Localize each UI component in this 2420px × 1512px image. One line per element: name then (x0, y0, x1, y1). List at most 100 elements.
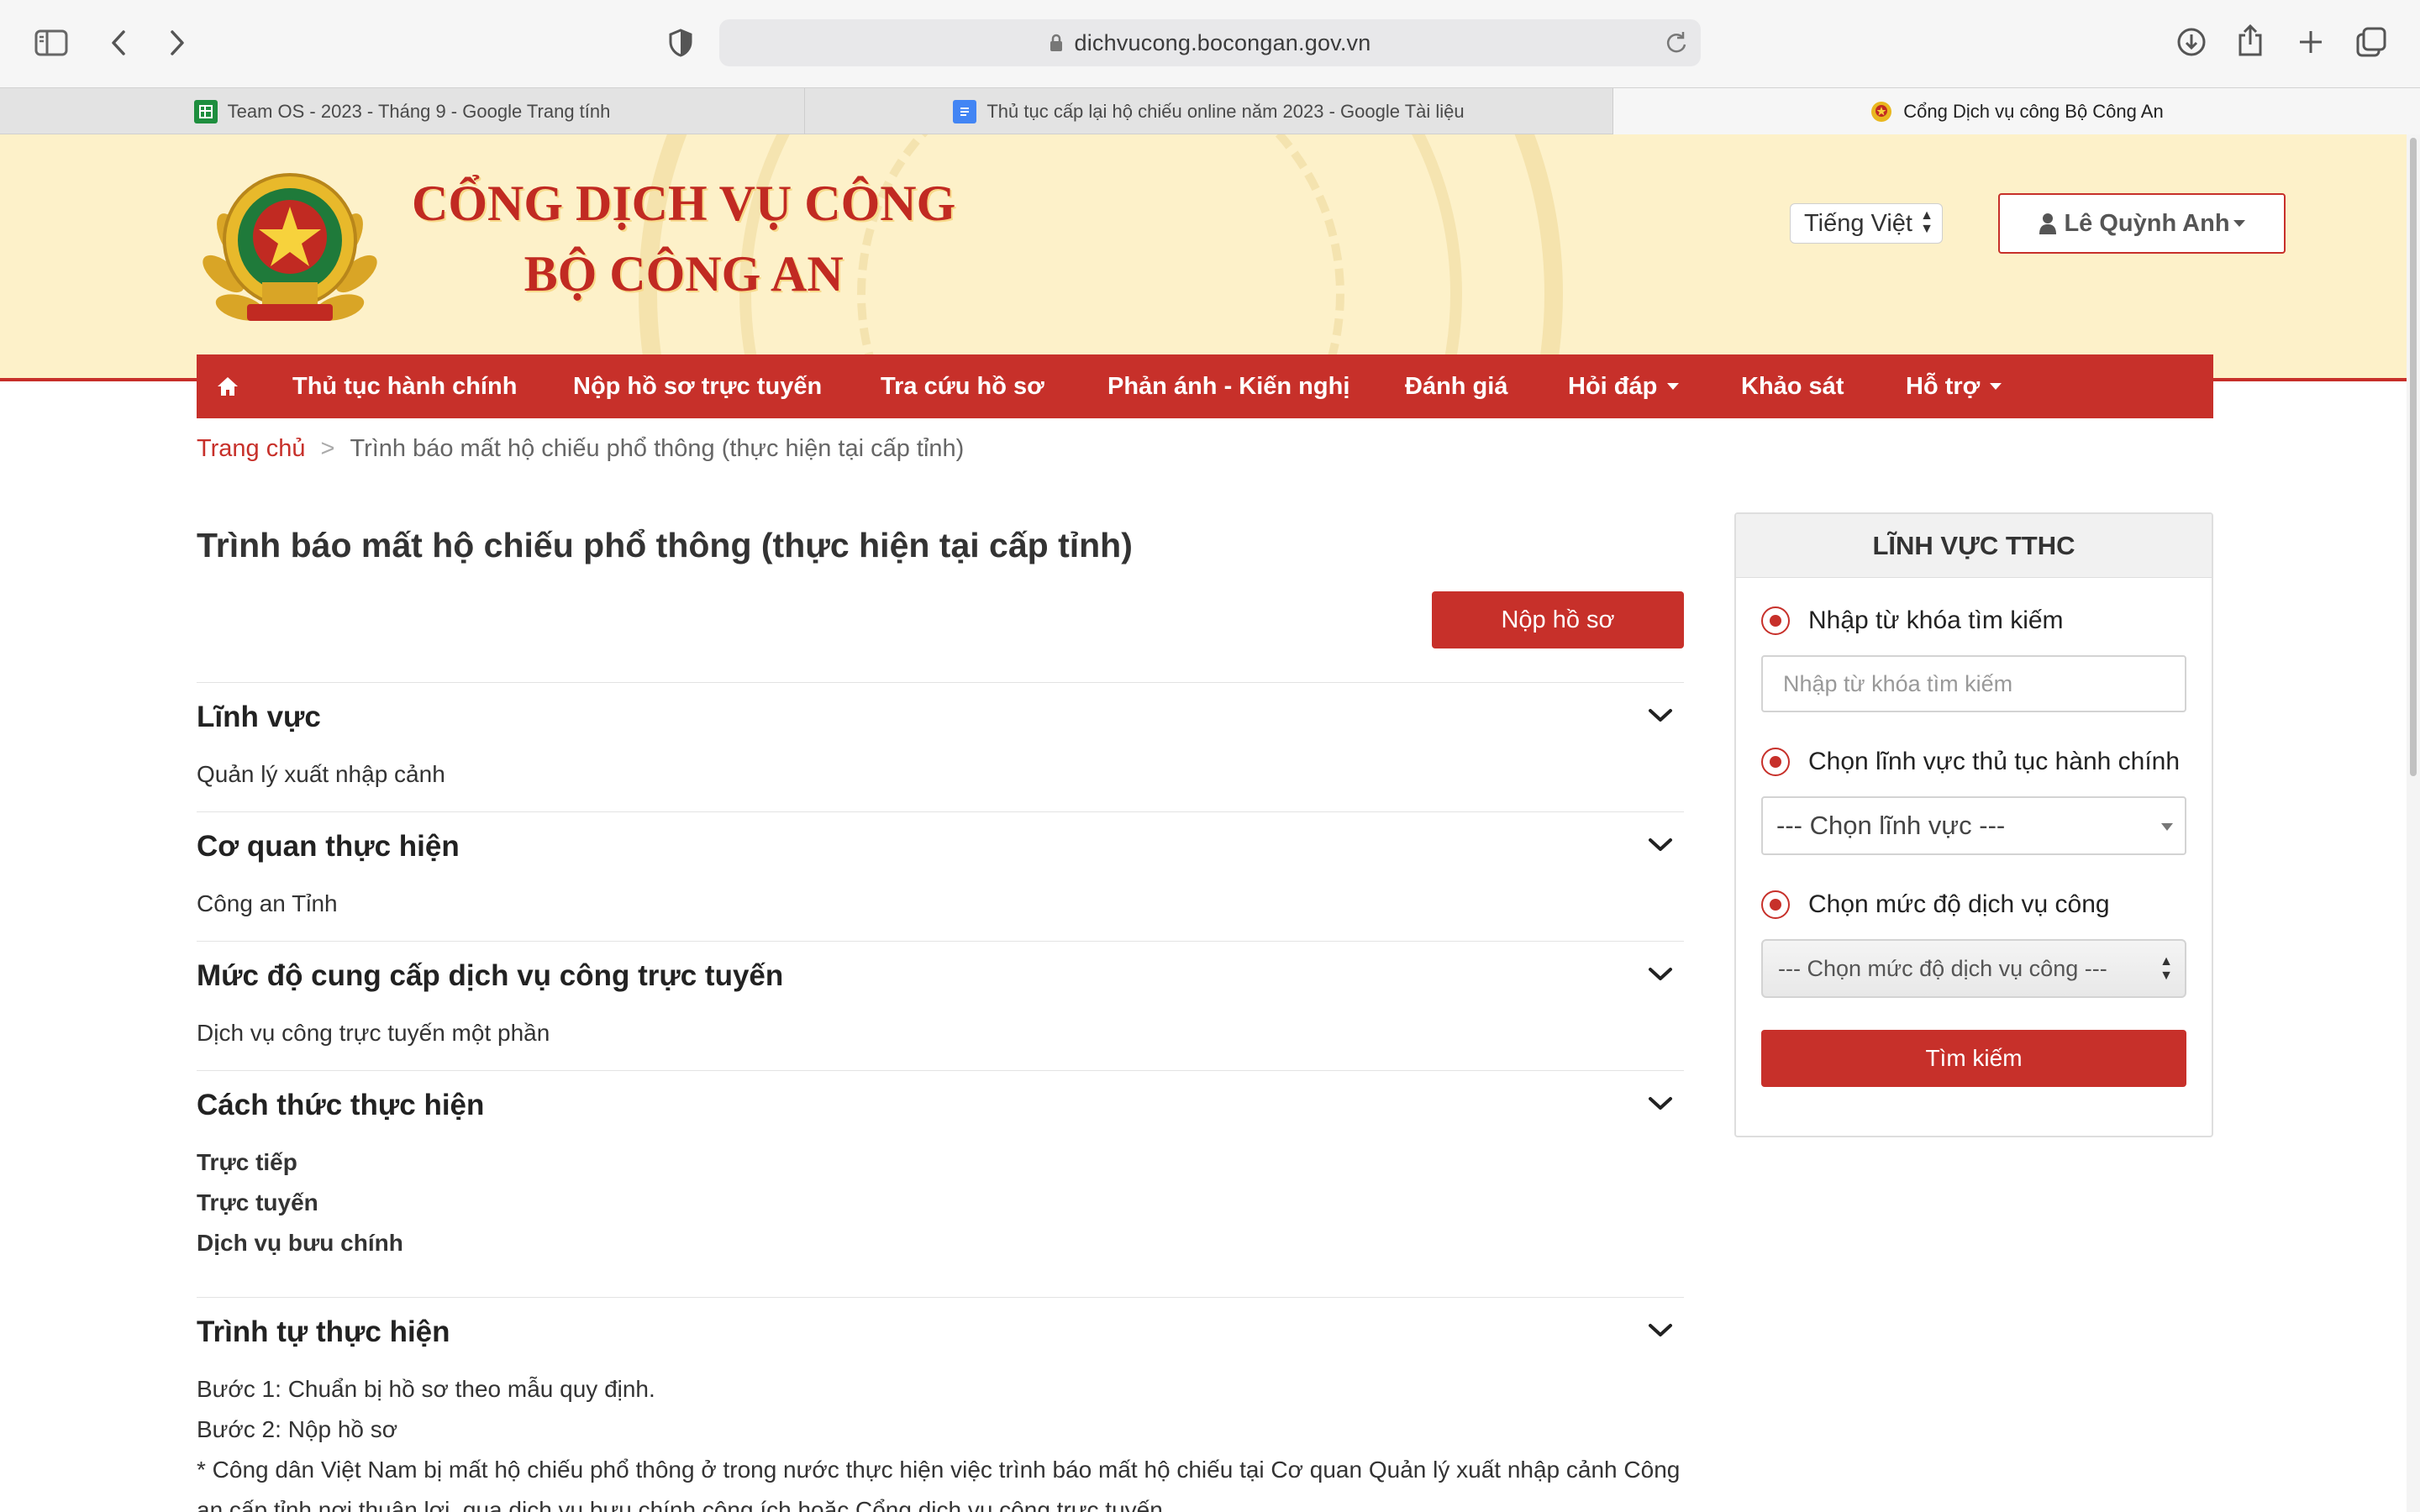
breadcrumb-separator: > (320, 435, 335, 462)
nav-label: Hỗ trợ (1906, 372, 1981, 400)
back-icon[interactable] (106, 27, 131, 59)
url-text: dichvucong.bocongan.gov.vn (1074, 29, 1371, 55)
main-nav: Thủ tục hành chính Nộp hồ sơ trực tuyến … (197, 354, 2213, 418)
section-divider (197, 1070, 1684, 1071)
panel-title: LĨNH VỰC TTHC (1736, 514, 2212, 578)
nav-thu-tuc-hanh-chinh[interactable]: Thủ tục hành chính (292, 354, 517, 418)
breadcrumb: Trang chủ > Trình báo mất hộ chiếu phổ thô… (197, 435, 964, 463)
home-icon[interactable] (217, 354, 239, 418)
breadcrumb-home-link[interactable]: Trang chủ (197, 435, 306, 462)
chevron-down-icon[interactable] (1647, 966, 1674, 983)
tab-overview-icon[interactable] (2354, 25, 2388, 59)
user-name: Lê Quỳnh Anh (2064, 209, 2230, 237)
reload-icon[interactable] (1665, 31, 1687, 59)
section-value: Quản lý xuất nhập cảnh (197, 761, 445, 787)
procedure-step: Bước 2: Nộp hồ sơ (197, 1416, 398, 1442)
section-value: Dịch vụ công trực tuyến một phần (197, 1020, 550, 1046)
nav-tra-cuu-ho-so[interactable]: Tra cứu hồ sơ (881, 354, 1044, 418)
nav-label: Thủ tục hành chính (292, 372, 518, 400)
user-icon (2039, 213, 2057, 234)
nav-phan-anh-kien-nghi[interactable]: Phản ánh - Kiến nghị (1107, 354, 1349, 418)
radio-button[interactable] (1761, 890, 1790, 919)
share-icon[interactable] (2235, 22, 2265, 59)
tab-title: Cổng Dịch vụ công Bộ Công An (1903, 100, 2164, 122)
radio-level[interactable]: Chọn mức độ dịch vụ công (1761, 890, 2110, 919)
section-heading-co-quan-thuc-hien[interactable]: Cơ quan thực hiện (197, 830, 460, 864)
police-emblem-logo[interactable] (195, 156, 385, 346)
method-item: Dịch vụ bưu chính (197, 1230, 403, 1256)
police-emblem-icon (1870, 100, 1893, 123)
service-level-select[interactable]: --- Chọn mức độ dịch vụ công --- ▲ ▼ (1761, 939, 2186, 998)
nav-label: Đánh giá (1405, 372, 1508, 400)
new-tab-icon[interactable] (2296, 27, 2326, 57)
field-select[interactable]: --- Chọn lĩnh vực --- (1761, 796, 2186, 855)
page-scrollbar[interactable] (2407, 134, 2420, 1512)
section-divider (197, 1297, 1684, 1298)
nav-danh-gia[interactable]: Đánh giá (1405, 354, 1507, 418)
chevron-down-icon[interactable] (1647, 837, 1674, 853)
procedure-step: * Công dân Việt Nam bị mất hộ chiếu phổ … (197, 1457, 1681, 1483)
nav-label: Khảo sát (1741, 372, 1844, 400)
privacy-shield-icon[interactable] (667, 27, 694, 59)
section-heading-trinh-tu[interactable]: Trình tự thực hiện (197, 1315, 450, 1349)
tab-title: Team OS - 2023 - Tháng 9 - Google Trang … (227, 100, 611, 122)
tab-google-docs[interactable]: Thủ tục cấp lại hộ chiếu online năm 2023… (805, 88, 1613, 134)
download-icon[interactable] (2175, 25, 2208, 59)
section-divider (197, 811, 1684, 812)
section-divider (197, 682, 1684, 683)
tab-google-sheets[interactable]: Team OS - 2023 - Tháng 9 - Google Trang … (0, 88, 805, 134)
radio-field[interactable]: Chọn lĩnh vực thủ tục hành chính (1761, 748, 2180, 776)
breadcrumb-current: Trình báo mất hộ chiếu phổ thông (thực h… (350, 435, 965, 462)
browser-window: dichvucong.bocongan.gov.vn Team OS - 202… (0, 0, 2420, 1512)
method-item: Trực tiếp (197, 1149, 297, 1175)
chevron-down-icon[interactable] (1647, 1322, 1674, 1339)
address-bar[interactable]: dichvucong.bocongan.gov.vn (719, 19, 1701, 66)
google-sheets-icon (193, 99, 218, 123)
chevron-down-icon[interactable] (1647, 707, 1674, 724)
section-heading-cach-thuc[interactable]: Cách thức thực hiện (197, 1089, 484, 1122)
search-button[interactable]: Tìm kiếm (1761, 1030, 2186, 1087)
user-menu-button[interactable]: Lê Quỳnh Anh (1998, 193, 2286, 254)
nav-label: Hỏi đáp (1568, 372, 1658, 400)
site-header: CỔNG DỊCH VỤ CÔNG BỘ CÔNG AN Tiếng Việt … (0, 134, 2407, 378)
nav-hoi-dap[interactable]: Hỏi đáp (1568, 354, 1680, 418)
caret-down-icon (1990, 383, 2002, 390)
radio-label: Chọn lĩnh vực thủ tục hành chính (1808, 748, 2181, 775)
site-title[interactable]: CỔNG DỊCH VỤ CÔNG BỘ CÔNG AN (412, 175, 955, 316)
chevron-down-icon[interactable] (1647, 1095, 1674, 1112)
forward-icon[interactable] (165, 27, 190, 59)
field-select-value: --- Chọn lĩnh vực --- (1776, 811, 2006, 840)
caret-down-icon (1667, 383, 1680, 390)
page-title: Trình báo mất hộ chiếu phổ thông (thực h… (197, 526, 1133, 564)
radio-button[interactable] (1761, 748, 1790, 776)
section-heading-muc-do[interactable]: Mức độ cung cấp dịch vụ công trực tuyến (197, 959, 783, 993)
google-docs-icon (953, 99, 977, 123)
tab-cong-dich-vu-cong[interactable]: Cổng Dịch vụ công Bộ Công An (1613, 88, 2420, 134)
dropdown-arrow-icon (2161, 823, 2173, 831)
language-select[interactable]: Tiếng Việt ▲ ▼ (1790, 203, 1943, 244)
nav-khao-sat[interactable]: Khảo sát (1741, 354, 1844, 418)
radio-keyword[interactable]: Nhập từ khóa tìm kiếm (1761, 606, 2064, 635)
radio-label: Nhập từ khóa tìm kiếm (1808, 606, 2064, 634)
radio-button[interactable] (1761, 606, 1790, 635)
radio-label: Chọn mức độ dịch vụ công (1808, 890, 2110, 918)
scrollbar-thumb[interactable] (2410, 138, 2417, 776)
section-value: Công an Tỉnh (197, 890, 338, 916)
keyword-search-input[interactable]: Nhập từ khóa tìm kiếm (1761, 655, 2186, 712)
nav-label: Nộp hồ sơ trực tuyến (573, 372, 823, 400)
nav-nop-ho-so-truc-tuyen[interactable]: Nộp hồ sơ trực tuyến (573, 354, 822, 418)
procedure-step: an cấp tỉnh nơi thuận lợi, qua dịch vụ b… (197, 1497, 1170, 1512)
language-value: Tiếng Việt (1804, 210, 1912, 237)
submit-application-button[interactable]: Nộp hồ sơ (1432, 591, 1684, 648)
keyword-placeholder: Nhập từ khóa tìm kiếm (1783, 670, 2013, 696)
method-item: Trực tuyến (197, 1189, 318, 1215)
nav-label: Tra cứu hồ sơ (881, 372, 1044, 400)
nav-ho-tro[interactable]: Hỗ trợ (1906, 354, 2002, 418)
section-divider (197, 941, 1684, 942)
select-arrows-icon: ▲ ▼ (2160, 954, 2173, 983)
procedure-step: Bước 1: Chuẩn bị hồ sơ theo mẫu quy định… (197, 1376, 655, 1402)
select-arrows-icon: ▲ ▼ (1920, 208, 1933, 236)
sidebar-toggle-icon[interactable] (34, 27, 69, 59)
section-heading-linh-vuc[interactable]: Lĩnh vực (197, 701, 321, 734)
chevron-down-icon (2233, 220, 2245, 227)
